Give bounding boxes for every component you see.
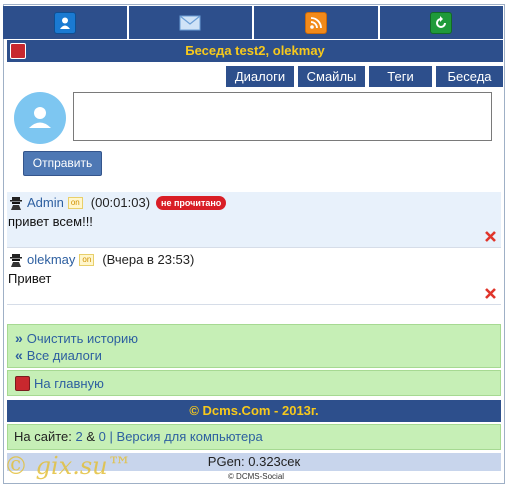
message-row: Admin on (00:01:03) не прочитано привет …: [7, 192, 501, 248]
tab-dialogs[interactable]: Диалоги: [226, 66, 294, 87]
copyright-bar: © Dcms.Com - 2013г.: [7, 400, 501, 422]
message-author[interactable]: Admin: [27, 195, 64, 210]
message-text: Привет: [8, 271, 52, 286]
nav-mail-button[interactable]: [128, 6, 254, 39]
online-status-badge: on: [79, 253, 95, 266]
nav-rss-button[interactable]: [254, 6, 380, 39]
desktop-version-link[interactable]: Версия для компьютера: [117, 429, 263, 444]
online-guests-link[interactable]: 0: [99, 429, 106, 444]
online-bar: На сайте: 2 & 0 | Версия для компьютера: [7, 424, 501, 450]
mail-icon: [179, 12, 201, 34]
clear-history-link[interactable]: » Очистить историю: [15, 330, 138, 346]
message-input[interactable]: [73, 92, 492, 141]
refresh-icon: [430, 11, 453, 34]
home-link[interactable]: На главную: [15, 376, 104, 391]
top-navigation: [3, 6, 503, 39]
online-users-link[interactable]: 2: [76, 429, 83, 444]
message-row: olekmay on (Вчера в 23:53) Привет: [7, 249, 501, 305]
delete-icon[interactable]: [485, 231, 496, 242]
actions-box: » Очистить историю « Все диалоги: [7, 324, 501, 368]
message-author[interactable]: olekmay: [27, 252, 75, 267]
send-button[interactable]: Отправить: [23, 151, 102, 176]
double-arrow-right-icon: »: [15, 330, 23, 346]
message-time: (00:01:03): [90, 195, 151, 210]
rss-icon: [304, 11, 327, 34]
spy-user-icon: [10, 253, 22, 267]
online-status-badge: on: [67, 196, 83, 209]
tab-conversation[interactable]: Беседа: [436, 66, 503, 87]
unread-badge: не прочитано: [156, 195, 227, 210]
delete-icon[interactable]: [485, 288, 496, 299]
home-icon: [15, 376, 30, 391]
all-dialogs-link[interactable]: « Все диалоги: [15, 347, 102, 363]
tab-bar: Диалоги Смайлы Теги Беседа: [226, 66, 503, 87]
user-icon: [53, 11, 76, 34]
avatar: [14, 92, 66, 144]
double-arrow-left-icon: «: [15, 347, 23, 363]
spy-user-icon: [10, 196, 22, 210]
home-box: На главную: [7, 370, 501, 396]
tab-smiles[interactable]: Смайлы: [298, 66, 365, 87]
tab-tags[interactable]: Теги: [369, 66, 432, 87]
message-text: привет всем!!!: [8, 214, 93, 229]
watermark: © gix.su™: [4, 452, 132, 480]
page-title-bar: Беседа test2, olekmay: [7, 40, 503, 62]
message-time: (Вчера в 23:53): [102, 252, 195, 267]
nav-refresh-button[interactable]: [379, 6, 503, 39]
nav-profile-button[interactable]: [3, 6, 129, 39]
home-icon[interactable]: [10, 43, 26, 59]
page-title: Беседа test2, olekmay: [185, 43, 325, 58]
